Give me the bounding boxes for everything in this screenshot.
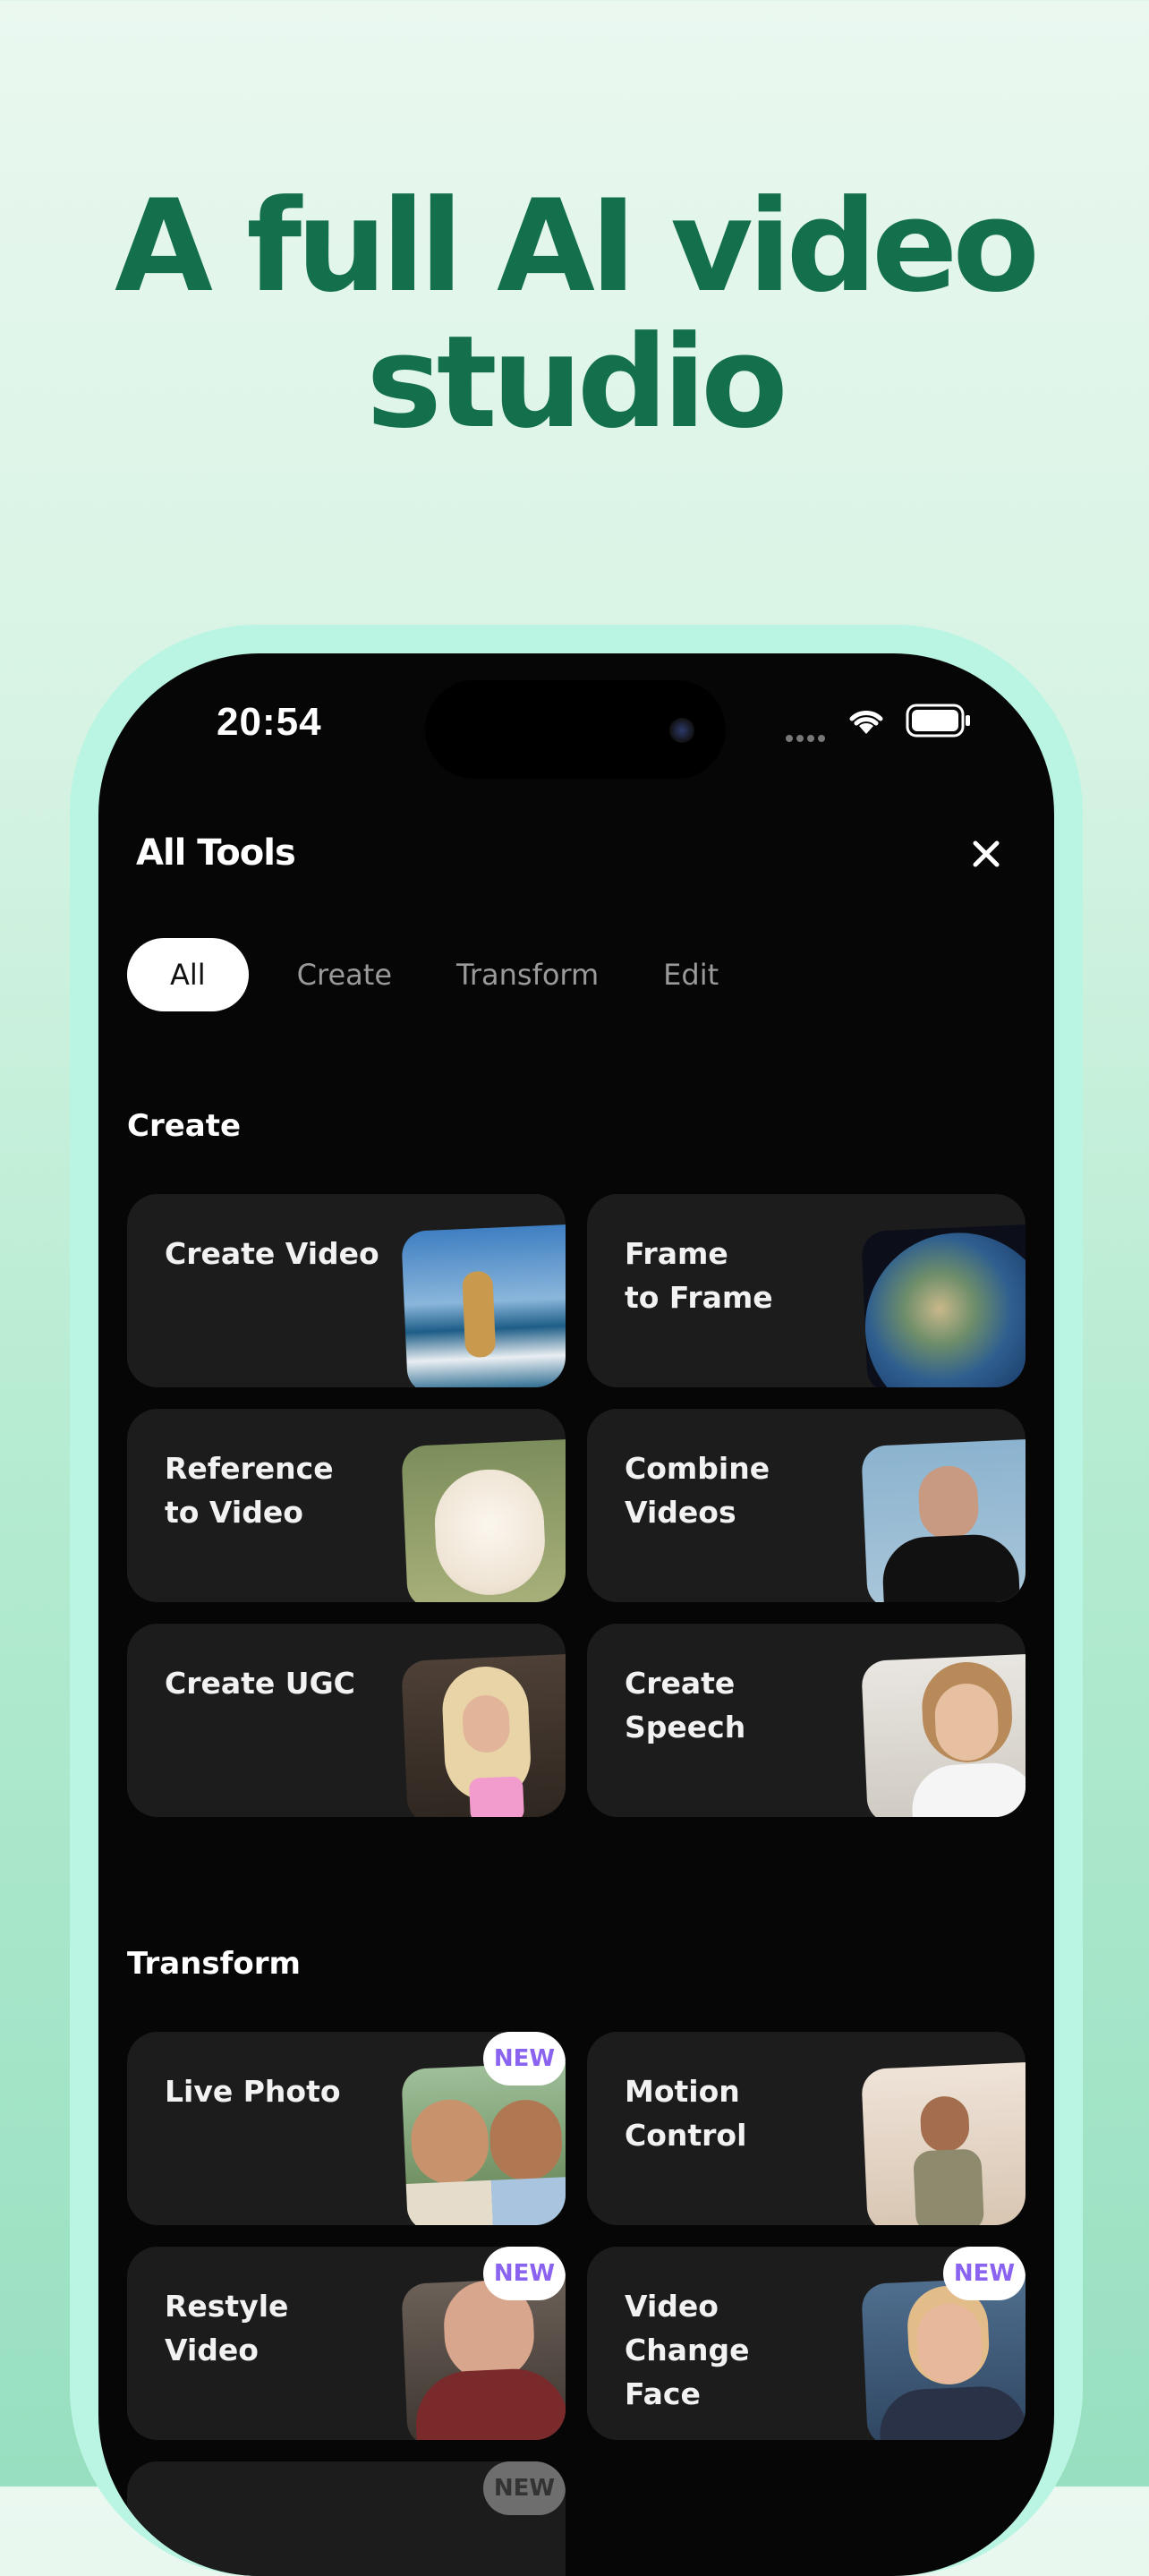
thumbnail-woman-in-room — [861, 2062, 1026, 2225]
tab-edit[interactable]: Edit — [631, 938, 751, 1011]
tool-card-label: Combine Videos — [625, 1451, 770, 1530]
tool-card-label: Video Change Face — [625, 2289, 750, 2411]
section-title-transform: Transform — [127, 1946, 301, 1982]
tool-card-label: Restyle Video — [165, 2289, 289, 2367]
tool-card-label: Create UGC — [165, 1666, 355, 1701]
new-badge: NEW — [483, 2247, 566, 2300]
tool-card-label: Create Video — [165, 1236, 379, 1271]
sheet-title: All Tools — [136, 832, 296, 874]
thumbnail-woman-with-bag — [401, 1654, 566, 1817]
tab-all[interactable]: All — [127, 938, 249, 1011]
headline-line-2: studio — [366, 309, 787, 456]
new-badge: NEW — [943, 2247, 1026, 2300]
tool-card-create-video[interactable]: Create Video — [127, 1194, 566, 1387]
phone-screen: 20:54 All Tools All Create Transform Edi… — [98, 653, 1054, 2576]
close-icon[interactable] — [968, 836, 1004, 872]
new-badge: NEW — [483, 2461, 566, 2515]
headline-line-1: A full AI video — [115, 173, 1040, 320]
thumbnail-alpaca — [401, 1439, 566, 1602]
tool-card-partial[interactable]: NEW — [127, 2461, 566, 2576]
tool-card-frame-to-frame[interactable]: Frame to Frame — [587, 1194, 1026, 1387]
thumbnail-kangaroo-surfing — [401, 1224, 566, 1387]
tab-create[interactable]: Create — [265, 938, 424, 1011]
thumbnail-couple — [401, 2062, 566, 2225]
wifi-icon — [849, 711, 883, 734]
tool-card-video-change-face[interactable]: Video Change Face NEW — [587, 2247, 1026, 2440]
tool-card-label: Motion Control — [625, 2074, 747, 2153]
tool-card-label: Create Speech — [625, 1666, 746, 1744]
tool-card-restyle-video[interactable]: Restyle Video NEW — [127, 2247, 566, 2440]
tool-card-create-ugc[interactable]: Create UGC — [127, 1624, 566, 1817]
tool-card-label: Reference to Video — [165, 1451, 334, 1530]
tool-card-reference-to-video[interactable]: Reference to Video — [127, 1409, 566, 1602]
filter-tabs: All Create Transform Edit — [127, 938, 751, 1011]
thumbnail-earth — [861, 1224, 1026, 1387]
signal-icon — [786, 729, 829, 746]
thumbnail-man-in-tuxedo — [861, 1439, 1026, 1602]
thumbnail-woman-selfie — [861, 1654, 1026, 1817]
thumbnail-man-in-suit — [861, 2277, 1026, 2440]
status-time: 20:54 — [217, 700, 322, 744]
tool-card-combine-videos[interactable]: Combine Videos — [587, 1409, 1026, 1602]
tool-card-live-photo[interactable]: Live Photo NEW — [127, 2032, 566, 2225]
tab-transform[interactable]: Transform — [424, 938, 631, 1011]
tool-card-motion-control[interactable]: Motion Control — [587, 2032, 1026, 2225]
section-title-create: Create — [127, 1108, 242, 1144]
headline: A full AI video studio — [0, 179, 1149, 451]
battery-icon — [906, 704, 970, 738]
tool-card-label: Live Photo — [165, 2074, 341, 2109]
thumbnail-puffer-jacket-man — [401, 2277, 566, 2440]
new-badge: NEW — [483, 2032, 566, 2086]
tool-card-label: Frame to Frame — [625, 1236, 773, 1315]
camera-icon — [669, 718, 694, 743]
tool-card-create-speech[interactable]: Create Speech — [587, 1624, 1026, 1817]
